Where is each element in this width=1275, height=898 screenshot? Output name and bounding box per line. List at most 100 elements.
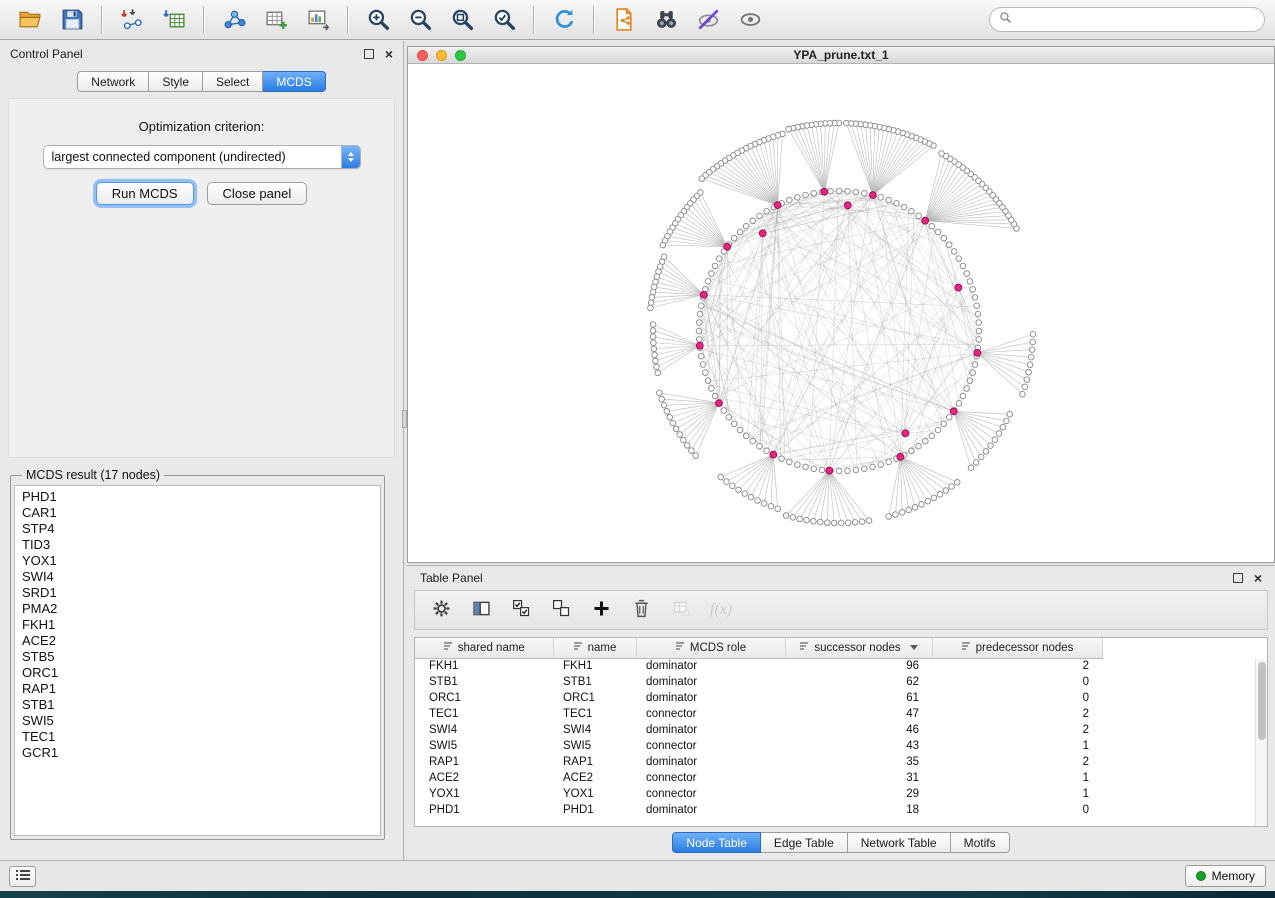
network-node[interactable] <box>750 438 756 444</box>
network-node[interactable] <box>975 311 981 317</box>
optimization-criterion-select[interactable]: largest connected component (undirected) <box>43 145 361 169</box>
zoom-out-button[interactable] <box>400 3 440 37</box>
network-node[interactable] <box>664 408 670 414</box>
network-node[interactable] <box>912 504 918 510</box>
network-node[interactable] <box>736 487 742 493</box>
network-node[interactable] <box>845 520 851 526</box>
network-node[interactable] <box>651 340 657 346</box>
tab-style[interactable]: Style <box>149 71 203 92</box>
float-panel-icon[interactable] <box>364 49 374 59</box>
network-node[interactable] <box>861 190 867 196</box>
import-network-from-file-button[interactable] <box>112 3 152 37</box>
mcds-hub-node[interactable] <box>826 467 833 474</box>
network-node[interactable] <box>909 208 915 214</box>
network-node[interactable] <box>954 479 960 485</box>
network-node[interactable] <box>654 364 660 370</box>
table-row[interactable]: STB1STB1dominator620 <box>415 674 1102 690</box>
network-node[interactable] <box>724 479 730 485</box>
network-node[interactable] <box>976 337 982 343</box>
import-table-from-file-button[interactable] <box>154 3 194 37</box>
network-node[interactable] <box>700 362 706 368</box>
mcds-result-item[interactable]: ORC1 <box>22 665 373 681</box>
table-scrollbar-thumb[interactable] <box>1258 662 1266 740</box>
network-node[interactable] <box>1007 411 1013 417</box>
network-node[interactable] <box>689 448 695 454</box>
network-node[interactable] <box>859 519 865 525</box>
mcds-result-item[interactable]: PMA2 <box>22 601 373 617</box>
network-node[interactable] <box>764 448 770 454</box>
zoom-window-button[interactable] <box>455 50 466 61</box>
mcds-hub-node[interactable] <box>696 342 703 349</box>
clear-table-button[interactable] <box>669 595 693 625</box>
network-node[interactable] <box>923 438 929 444</box>
network-node[interactable] <box>967 279 973 285</box>
network-node[interactable] <box>960 393 966 399</box>
network-node[interactable] <box>667 414 673 420</box>
network-node[interactable] <box>1004 418 1010 424</box>
network-node[interactable] <box>916 213 922 219</box>
network-node[interactable] <box>899 510 905 516</box>
mcds-result-item[interactable]: STB5 <box>22 649 373 665</box>
network-node[interactable] <box>937 492 943 498</box>
network-node[interactable] <box>716 256 722 262</box>
network-node[interactable] <box>750 218 756 224</box>
column-header-mcds-role[interactable]: MCDS role <box>636 638 785 658</box>
table-row[interactable]: YOX1YOX1connector291 <box>415 786 1102 802</box>
zoom-fit-button[interactable] <box>442 3 482 37</box>
table-tab-network-table[interactable]: Network Table <box>848 832 951 853</box>
network-node[interactable] <box>1026 369 1032 375</box>
network-node[interactable] <box>657 390 663 396</box>
network-node[interactable] <box>978 454 984 460</box>
close-panel-button[interactable]: Close panel <box>207 182 308 205</box>
network-node[interactable] <box>960 263 966 269</box>
mcds-hub-node[interactable] <box>922 217 929 224</box>
network-node[interactable] <box>819 467 825 473</box>
column-header-successor-nodes[interactable]: successor nodes <box>785 638 932 658</box>
network-node[interactable] <box>650 334 656 340</box>
network-canvas[interactable] <box>408 64 1274 562</box>
network-node[interactable] <box>659 396 665 402</box>
network-node[interactable] <box>956 256 962 262</box>
network-node[interactable] <box>795 195 801 201</box>
network-node[interactable] <box>878 195 884 201</box>
network-node[interactable] <box>650 322 656 328</box>
network-node[interactable] <box>811 466 817 472</box>
network-node[interactable] <box>681 437 687 443</box>
table-tab-edge-table[interactable]: Edge Table <box>761 832 848 853</box>
delete-columns-button[interactable] <box>629 595 653 625</box>
network-node[interactable] <box>1030 332 1036 338</box>
network-node[interactable] <box>828 188 834 194</box>
network-node[interactable] <box>1024 377 1030 383</box>
tab-network[interactable]: Network <box>77 71 149 92</box>
mcds-result-item[interactable]: STP4 <box>22 521 373 537</box>
network-node[interactable] <box>661 402 667 408</box>
select-all-rows-button[interactable] <box>509 595 533 625</box>
network-node[interactable] <box>967 378 973 384</box>
network-node[interactable] <box>1029 347 1035 353</box>
network-node[interactable] <box>712 263 718 269</box>
tab-mcds[interactable]: MCDS <box>263 71 325 92</box>
network-node[interactable] <box>853 189 859 195</box>
column-header-name[interactable]: name <box>553 638 636 658</box>
mcds-hub-node[interactable] <box>950 408 957 415</box>
mcds-hub-node[interactable] <box>974 350 981 357</box>
network-node[interactable] <box>970 370 976 376</box>
mcds-result-item[interactable]: TEC1 <box>22 729 373 745</box>
network-node[interactable] <box>949 484 955 490</box>
column-header-predecessor-nodes[interactable]: predecessor nodes <box>932 638 1102 658</box>
network-node[interactable] <box>906 507 912 513</box>
network-node[interactable] <box>935 229 941 235</box>
table-row[interactable]: TEC1TEC1connector472 <box>415 706 1102 722</box>
network-node[interactable] <box>649 295 655 301</box>
refresh-view-button[interactable] <box>544 3 584 37</box>
export-image-button[interactable] <box>298 3 338 37</box>
network-node[interactable] <box>648 305 654 311</box>
network-node[interactable] <box>894 201 900 207</box>
function-builder-button[interactable]: f(x) <box>709 595 733 625</box>
mcds-hub-node[interactable] <box>716 400 723 407</box>
network-node[interactable] <box>939 151 945 157</box>
network-node[interactable] <box>653 279 659 285</box>
network-node[interactable] <box>964 271 970 277</box>
network-node[interactable] <box>698 353 704 359</box>
sort-dropdown-icon[interactable] <box>910 645 918 650</box>
